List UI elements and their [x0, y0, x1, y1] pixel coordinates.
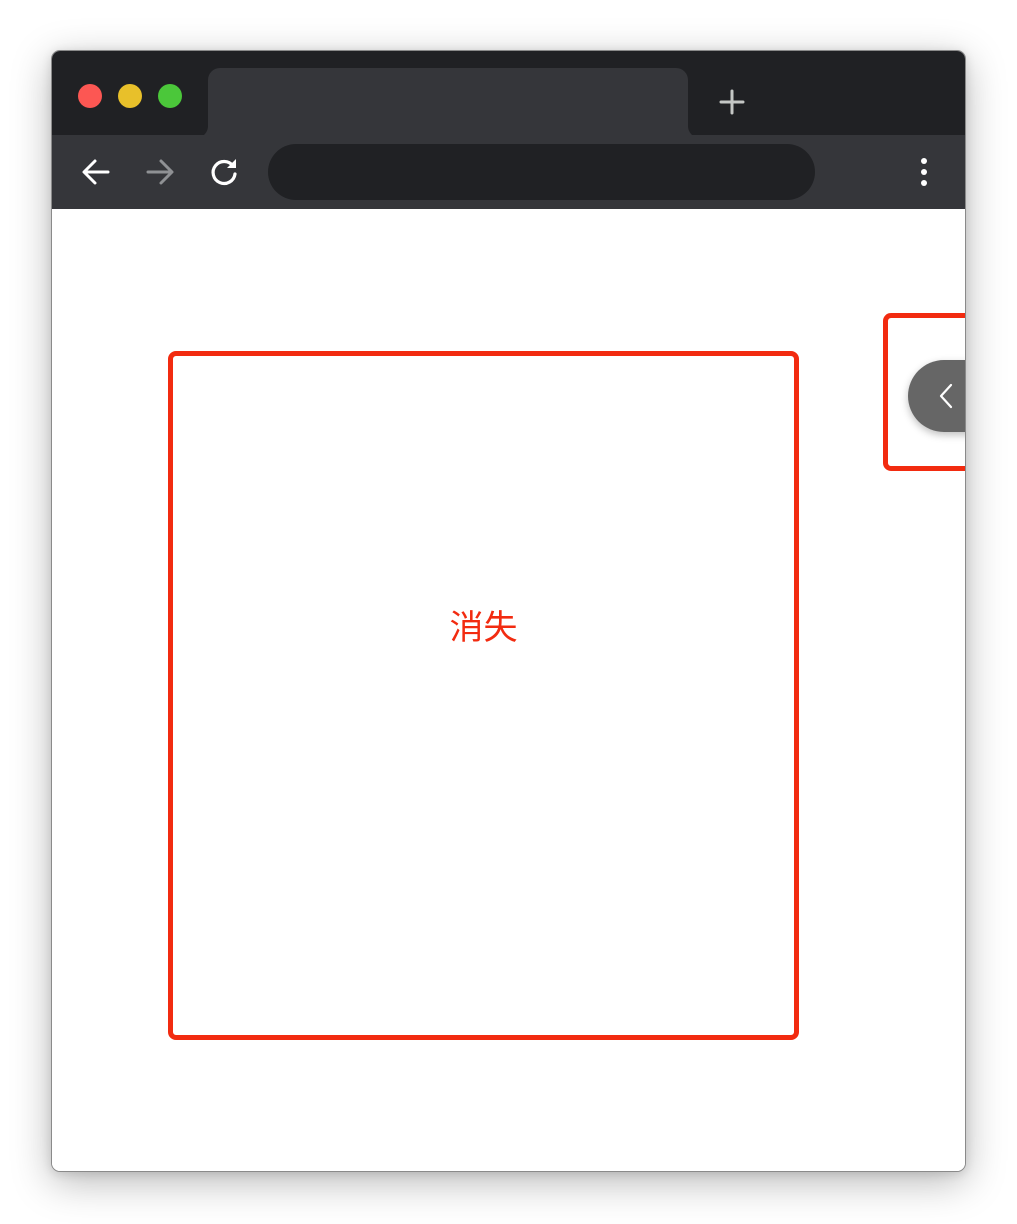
browser-tab[interactable]	[208, 68, 688, 138]
main-panel-label: 消失	[449, 608, 518, 648]
reload-button[interactable]	[207, 155, 241, 189]
main-panel-highlight: 消失	[168, 351, 799, 1040]
minimize-window-button[interactable]	[118, 84, 142, 108]
chevron-left-icon	[939, 383, 953, 409]
reload-icon	[211, 159, 237, 186]
page-content: 消失	[52, 209, 965, 1171]
arrow-left-icon	[82, 159, 110, 185]
browser-window: 消失	[51, 50, 966, 1172]
new-tab-button[interactable]	[717, 87, 747, 117]
back-button[interactable]	[79, 155, 113, 189]
tab-strip	[52, 51, 965, 138]
vertical-dots-icon	[921, 158, 927, 186]
address-bar[interactable]	[268, 144, 815, 200]
maximize-window-button[interactable]	[158, 84, 182, 108]
browser-toolbar	[52, 135, 965, 209]
browser-menu-button[interactable]	[907, 155, 941, 189]
forward-button[interactable]	[143, 155, 177, 189]
arrow-right-icon	[146, 159, 174, 185]
plus-icon	[719, 89, 745, 115]
close-window-button[interactable]	[78, 84, 102, 108]
